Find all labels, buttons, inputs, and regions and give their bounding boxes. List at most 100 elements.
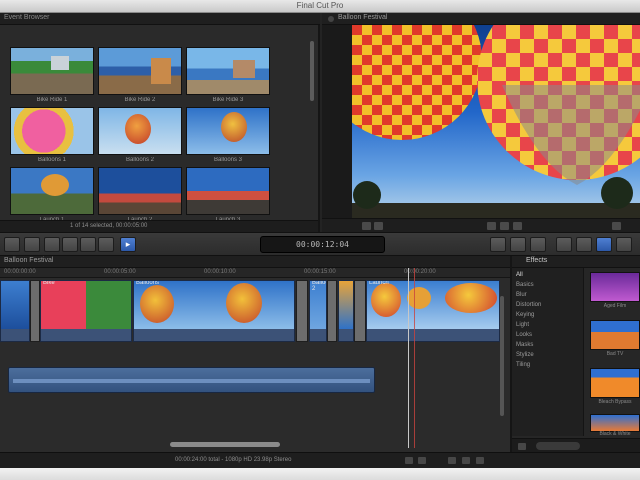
effects-search-field[interactable] bbox=[536, 442, 580, 450]
playhead[interactable] bbox=[408, 268, 409, 448]
effects-category[interactable]: Tiling bbox=[516, 362, 530, 368]
effects-category[interactable]: Keying bbox=[516, 312, 534, 318]
browser-selection-info: 1 of 14 selected, 00:00:05:00 bbox=[70, 223, 148, 229]
effects-category[interactable]: Light bbox=[516, 322, 529, 328]
viewer-video-frame[interactable] bbox=[352, 25, 640, 218]
app-window: Final Cut Pro Event Browser Bike Ride 1 … bbox=[0, 0, 640, 480]
timeline-clip[interactable] bbox=[0, 280, 30, 342]
window-title: Final Cut Pro bbox=[296, 1, 344, 10]
clip-caption: Bike Ride 1 bbox=[36, 97, 68, 103]
clip-thumbnail[interactable] bbox=[186, 47, 270, 95]
insert-clip-button[interactable] bbox=[62, 237, 78, 252]
viewer-title: Balloon Festival bbox=[338, 14, 388, 21]
browser-scrollbar[interactable] bbox=[310, 41, 314, 101]
timeline-ruler[interactable]: 00:00:00:00 00:00:05:00 00:00:10:00 00:0… bbox=[0, 268, 510, 278]
timeline-clip[interactable]: Balloons 2 bbox=[309, 280, 327, 342]
clip-thumbnail[interactable] bbox=[186, 107, 270, 155]
ruler-label: 00:00:05:00 bbox=[104, 269, 136, 275]
timeline-clip[interactable]: Launch bbox=[366, 280, 500, 342]
inspector-button[interactable] bbox=[530, 237, 546, 252]
clip-thumbnail[interactable] bbox=[98, 167, 182, 215]
effect-name: Aged Film bbox=[603, 303, 627, 309]
clip-thumbnail[interactable] bbox=[10, 167, 94, 215]
audio-waveform bbox=[13, 379, 370, 383]
viewer-fit-button[interactable] bbox=[374, 222, 383, 230]
effects-category[interactable]: Basics bbox=[516, 282, 534, 288]
fullscreen-button[interactable] bbox=[612, 222, 621, 230]
connect-clip-button[interactable] bbox=[44, 237, 60, 252]
clip-thumbnail[interactable] bbox=[98, 47, 182, 95]
effects-category[interactable]: Looks bbox=[516, 332, 532, 338]
timeline-clip[interactable]: Bike bbox=[40, 280, 132, 342]
effect-preview[interactable] bbox=[590, 414, 640, 432]
clip-caption: Balloons 3 bbox=[213, 157, 243, 163]
effects-category[interactable]: All bbox=[516, 272, 523, 278]
timeline-gap[interactable] bbox=[30, 280, 40, 342]
timecode-value: 00:00:12:04 bbox=[296, 240, 349, 249]
effects-browser: Effects All Basics Blur Distortion Keyin… bbox=[510, 256, 640, 452]
clip-title: Balloons 2 bbox=[312, 280, 326, 292]
clip-title: Bike bbox=[43, 280, 55, 286]
viewer-options-button[interactable] bbox=[362, 222, 371, 230]
clip-caption: Balloons 2 bbox=[125, 157, 155, 163]
timeline: Balloon Festival 00:00:00:00 00:00:05:00… bbox=[0, 256, 510, 452]
effect-preview[interactable] bbox=[590, 272, 640, 302]
effect-name: Black & White bbox=[599, 431, 631, 437]
timeline-gap[interactable] bbox=[296, 280, 308, 342]
clip-thumbnail[interactable] bbox=[10, 47, 94, 95]
effects-category[interactable]: Masks bbox=[516, 342, 533, 348]
play-button[interactable] bbox=[500, 222, 509, 230]
photo-browser-button[interactable] bbox=[576, 237, 592, 252]
forward-button[interactable] bbox=[513, 222, 522, 230]
rewind-button[interactable] bbox=[487, 222, 496, 230]
timeline-clip[interactable]: Balloons bbox=[133, 280, 295, 342]
transitions-browser-button[interactable] bbox=[616, 237, 632, 252]
window-bottom-edge bbox=[0, 468, 640, 480]
effect-preview[interactable] bbox=[590, 368, 640, 398]
timecode-display[interactable]: 00:00:12:04 bbox=[260, 236, 385, 253]
clip-appearance-icon[interactable] bbox=[405, 457, 413, 464]
clip-thumbnail[interactable] bbox=[186, 167, 270, 215]
timeline-gap[interactable] bbox=[354, 280, 366, 342]
status-bar: 00:00:24:00 total - 1080p HD 23.98p Ster… bbox=[0, 452, 640, 468]
import-button[interactable] bbox=[4, 237, 20, 252]
clip-caption: Bike Ride 3 bbox=[212, 97, 244, 103]
ruler-label: 00:00:10:00 bbox=[204, 269, 236, 275]
effects-category[interactable]: Blur bbox=[516, 292, 527, 298]
browser-title: Event Browser bbox=[4, 14, 50, 21]
effects-category[interactable]: Distortion bbox=[516, 302, 541, 308]
snapping-icon[interactable] bbox=[462, 457, 470, 464]
browser-footer: 1 of 14 selected, 00:00:05:00 bbox=[0, 220, 318, 232]
zoom-out-icon[interactable] bbox=[418, 457, 426, 464]
timeline-horizontal-scrollbar[interactable] bbox=[170, 442, 280, 447]
keyword-button[interactable] bbox=[24, 237, 40, 252]
ruler-label: 00:00:15:00 bbox=[304, 269, 336, 275]
viewer-controls bbox=[322, 218, 640, 232]
effect-preview[interactable] bbox=[590, 320, 640, 350]
clip-thumbnail[interactable] bbox=[10, 107, 94, 155]
clip-caption: Balloons 1 bbox=[37, 157, 67, 163]
effect-name: Bleach Bypass bbox=[598, 399, 632, 405]
overwrite-clip-button[interactable] bbox=[98, 237, 114, 252]
append-clip-button[interactable] bbox=[80, 237, 96, 252]
viewer-panel: Balloon Festival bbox=[322, 13, 640, 232]
effects-category-list: All Basics Blur Distortion Keying Light … bbox=[512, 268, 584, 436]
audio-clip[interactable] bbox=[8, 367, 375, 393]
enhance-button[interactable] bbox=[490, 237, 506, 252]
audio-browser-button[interactable] bbox=[556, 237, 572, 252]
browser-header: Event Browser bbox=[0, 13, 320, 25]
select-tool-button[interactable]: ▸ bbox=[120, 237, 136, 252]
zoom-in-icon[interactable] bbox=[448, 457, 456, 464]
audio-skimming-icon[interactable] bbox=[476, 457, 484, 464]
timeline-vertical-scrollbar[interactable] bbox=[500, 296, 504, 416]
timeline-gap[interactable] bbox=[327, 280, 337, 342]
clip-thumbnail[interactable] bbox=[98, 107, 182, 155]
effects-menu-icon[interactable] bbox=[518, 443, 526, 450]
viewer-status-icon bbox=[328, 16, 334, 22]
color-button[interactable] bbox=[510, 237, 526, 252]
effects-category[interactable]: Stylize bbox=[516, 352, 534, 358]
project-duration: 00:00:24:00 total - 1080p HD 23.98p Ster… bbox=[175, 457, 292, 463]
timeline-clip[interactable] bbox=[338, 280, 354, 342]
effects-browser-button[interactable] bbox=[596, 237, 612, 252]
viewer-header: Balloon Festival bbox=[322, 13, 640, 25]
